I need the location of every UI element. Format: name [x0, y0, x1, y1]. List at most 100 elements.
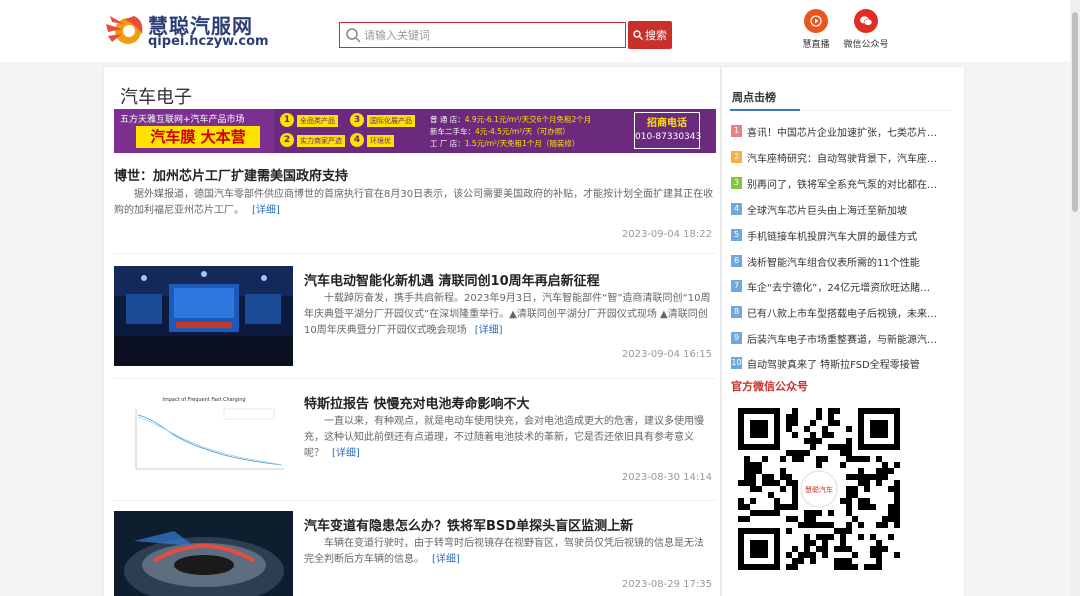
article-divider [114, 500, 716, 501]
ranking-title[interactable]: 喜讯！中国芯片企业加速扩张，七类芯片… [747, 124, 953, 139]
article-summary: 据外媒报道，德国汽车零部件供应商博世的首席执行官在8月30日表示，该公司需要美国… [114, 187, 714, 219]
ranking-item[interactable]: 7 车企“去宁德化”，24亿元增资欣旺达賭… [731, 278, 953, 296]
rate-value: 4元-4.5元/m²/天（可办照） [475, 127, 570, 136]
search-input[interactable] [364, 24, 619, 46]
search-icon [346, 28, 361, 43]
top-header: 慧聪汽服网 qipei.hczyw.com 搜索 慧直播 微信公众号 [0, 0, 1080, 62]
search-button-icon [633, 30, 643, 40]
qr-brand-label: 慧聪汽车 [805, 485, 833, 494]
banner-item-number: 1 [280, 113, 294, 127]
ranking-item[interactable]: 10 自动驾驶真来了 特斯拉FSD全程零接管 [731, 355, 953, 373]
site-logo[interactable]: 慧聪汽服网 qipei.hczyw.com [104, 10, 269, 52]
article-summary-text: 据外媒报道，德国汽车零部件供应商博世的首席执行官在8月30日表示，该公司需要美国… [114, 189, 714, 216]
article-more-link[interactable]: [详细] [332, 448, 360, 459]
article-title[interactable]: 汽车电动智能化新机遇 清联同创10周年再启新征程 [304, 270, 600, 289]
ranking-number: 3 [731, 177, 742, 189]
ranking-number: 8 [731, 306, 742, 318]
article-thumbnail[interactable]: Impact of Frequent Fast Charging [114, 389, 293, 489]
article-summary: 十载踔厉奋发，携手共启新程。2023年9月3日，汽车智能部件“智”造商清联同创“… [304, 291, 716, 339]
ranking-number: 1 [731, 125, 742, 137]
banner-item: 实力商家严选 [297, 135, 345, 147]
wechat-link-label: 微信公众号 [843, 40, 889, 50]
article-title[interactable]: 博世：加州芯片工厂扩建需美国政府支持 [114, 165, 348, 184]
banner-line1: 五方天雅互联网+汽车产品市场 [120, 115, 245, 125]
article-summary-text: 一直以来，有种观点，就是电动车使用快充，会对电池造成更大的危害，建议多使用慢充，… [304, 416, 704, 459]
article-divider [114, 378, 716, 379]
article-summary-text: 车辆在变道行驶时，由于转弯时后视镜存在视野盲区，驾驶员仅凭后视镜的信息是无法完全… [304, 538, 704, 565]
ranking-item[interactable]: 1 喜讯！中国芯片企业加速扩张，七类芯片… [731, 123, 953, 141]
ranking-item[interactable]: 4 全球汽车芯片巨头由上海迁至新加坡 [731, 201, 953, 219]
banner-item-number: 4 [350, 133, 364, 147]
rate-label: 工 厂 店： [430, 139, 465, 148]
banner-phone: 招商电话 010-87330343 [634, 112, 702, 149]
tab-active-indicator [730, 109, 800, 111]
banner-phone-title: 招商电话 [647, 118, 687, 129]
tab-weekly-ranking[interactable]: 周点击榜 [732, 89, 776, 105]
wechat-qr-code: 慧聪汽车 [738, 408, 900, 570]
article-item: 汽车电动智能化新机遇 清联同创10周年再启新征程 十载踔厉奋发，携手共启新程。2… [114, 266, 716, 370]
ranking-title[interactable]: 已有八款上市车型搭载电子后视镜，未来… [747, 305, 953, 320]
ranking-title[interactable]: 自动驾驶真来了 特斯拉FSD全程零接管 [747, 356, 953, 371]
stage-event-image [114, 266, 293, 366]
ranking-title[interactable]: 后装汽车电子市场重整赛道，与新能源汽… [747, 331, 953, 346]
article-title[interactable]: 汽车变道有隐患怎么办？铁将军BSD单探头盲区监测上新 [304, 515, 633, 534]
banner-item: 全品类产品 [297, 115, 338, 127]
article-date: 2023-08-29 17:35 [621, 579, 712, 590]
ranking-title[interactable]: 汽车座椅研究：自动驾驶背景下，汽车座… [747, 150, 953, 165]
banner-line2: 汽车膜 大本营 [136, 126, 260, 148]
banner-rates: 普 通 店：4.9元-6.1元/m²/天交6个月免租2个月 新车二手车：4元-4… [430, 111, 630, 151]
article-item: 汽车变道有隐患怎么办？铁将军BSD单探头盲区监测上新 车辆在变道行驶时，由于转弯… [114, 511, 716, 596]
ranking-item[interactable]: 9 后装汽车电子市场重整赛道，与新能源汽… [731, 330, 953, 348]
article-summary: 一直以来，有种观点，就是电动车使用快充，会对电池造成更大的危害，建议多使用慢充，… [304, 414, 704, 462]
ad-banner[interactable]: 五方天雅互联网+汽车产品市场 汽车膜 大本营 1 全品类产品 2 实力商家严选 … [114, 109, 716, 153]
rate-value: 1.5元/m²/天免租1个月（随装修） [464, 139, 580, 148]
search-button-label: 搜索 [645, 29, 667, 42]
rate-label: 新车二手车： [430, 127, 475, 136]
ranking-item[interactable]: 5 手机链接车机投屏汽车大屏的最佳方式 [731, 227, 953, 245]
ranking-title[interactable]: 浅析智能汽车组合仪表所需的11个性能 [747, 254, 953, 269]
article-more-link[interactable]: [详细] [475, 325, 503, 336]
ranking-title[interactable]: 别再问了，铁将军全系充气泵的对比都在… [747, 176, 953, 191]
wechat-icon [854, 9, 878, 33]
ranking-item[interactable]: 2 汽车座椅研究：自动驾驶背景下，汽车座… [731, 149, 953, 167]
qr-code-image: 慧聪汽车 [738, 408, 900, 570]
scrollbar[interactable] [1070, 0, 1080, 596]
article-more-link[interactable]: [详细] [432, 554, 460, 565]
article-item: Impact of Frequent Fast Charging 特斯拉报告 快… [114, 389, 716, 493]
main-content: 汽车电子 五方天雅互联网+汽车产品市场 汽车膜 大本营 1 全品类产品 2 实力… [104, 67, 720, 596]
article-date: 2023-09-04 18:22 [621, 229, 712, 240]
ranking-number: 4 [731, 203, 742, 215]
ranking-number: 7 [731, 280, 742, 292]
article-summary: 车辆在变道行驶时，由于转弯时后视镜存在视野盲区，驾驶员仅凭后视镜的信息是无法完全… [304, 536, 704, 568]
ranking-title[interactable]: 车企“去宁德化”，24亿元增资欣旺达賭… [747, 279, 953, 294]
banner-item-number: 3 [350, 113, 364, 127]
banner-item: 环境优 [367, 135, 394, 147]
wechat-link[interactable]: 微信公众号 [836, 9, 896, 51]
scrollbar-thumb[interactable] [1072, 12, 1078, 212]
banner-phone-number: 010-87330343 [635, 132, 702, 142]
article-item: 博世：加州芯片工厂扩建需美国政府支持 据外媒报道，德国汽车零部件供应商博世的首席… [114, 163, 716, 245]
ranking-title[interactable]: 手机链接车机投屏汽车大屏的最佳方式 [747, 228, 953, 243]
banner-item-number: 2 [280, 133, 294, 147]
ranking-title[interactable]: 全球汽车芯片巨头由上海迁至新加坡 [747, 202, 953, 217]
banner-rate: 新车二手车：4元-4.5元/m²/天（可办照） [430, 126, 570, 137]
banner-left: 五方天雅互联网+汽车产品市场 汽车膜 大本营 [114, 109, 274, 153]
thumb-chart-title: Impact of Frequent Fast Charging [162, 397, 245, 403]
search-button[interactable]: 搜索 [628, 21, 672, 49]
ranking-item[interactable]: 8 已有八款上市车型搭载电子后视镜，未来… [731, 304, 953, 322]
ranking-item[interactable]: 6 浅析智能汽车组合仪表所需的11个性能 [731, 253, 953, 271]
page-title: 汽车电子 [120, 87, 192, 108]
sensor-image [114, 511, 293, 596]
article-thumbnail[interactable] [114, 511, 293, 596]
ranking-number: 2 [731, 151, 742, 163]
article-more-link[interactable]: [详细] [252, 205, 280, 216]
banner-rate: 普 通 店：4.9元-6.1元/m²/天交6个月免租2个月 [430, 114, 591, 125]
wechat-section-title: 官方微信公众号 [731, 380, 808, 393]
ranking-number: 5 [731, 229, 742, 241]
ranking-number: 6 [731, 255, 742, 267]
article-thumbnail[interactable] [114, 266, 293, 366]
article-title[interactable]: 特斯拉报告 快慢充对电池寿命影响不大 [304, 393, 530, 412]
play-icon [804, 9, 828, 33]
ranking-item[interactable]: 3 别再问了，铁将军全系充气泵的对比都在… [731, 175, 953, 193]
article-date: 2023-09-04 16:15 [621, 349, 712, 360]
